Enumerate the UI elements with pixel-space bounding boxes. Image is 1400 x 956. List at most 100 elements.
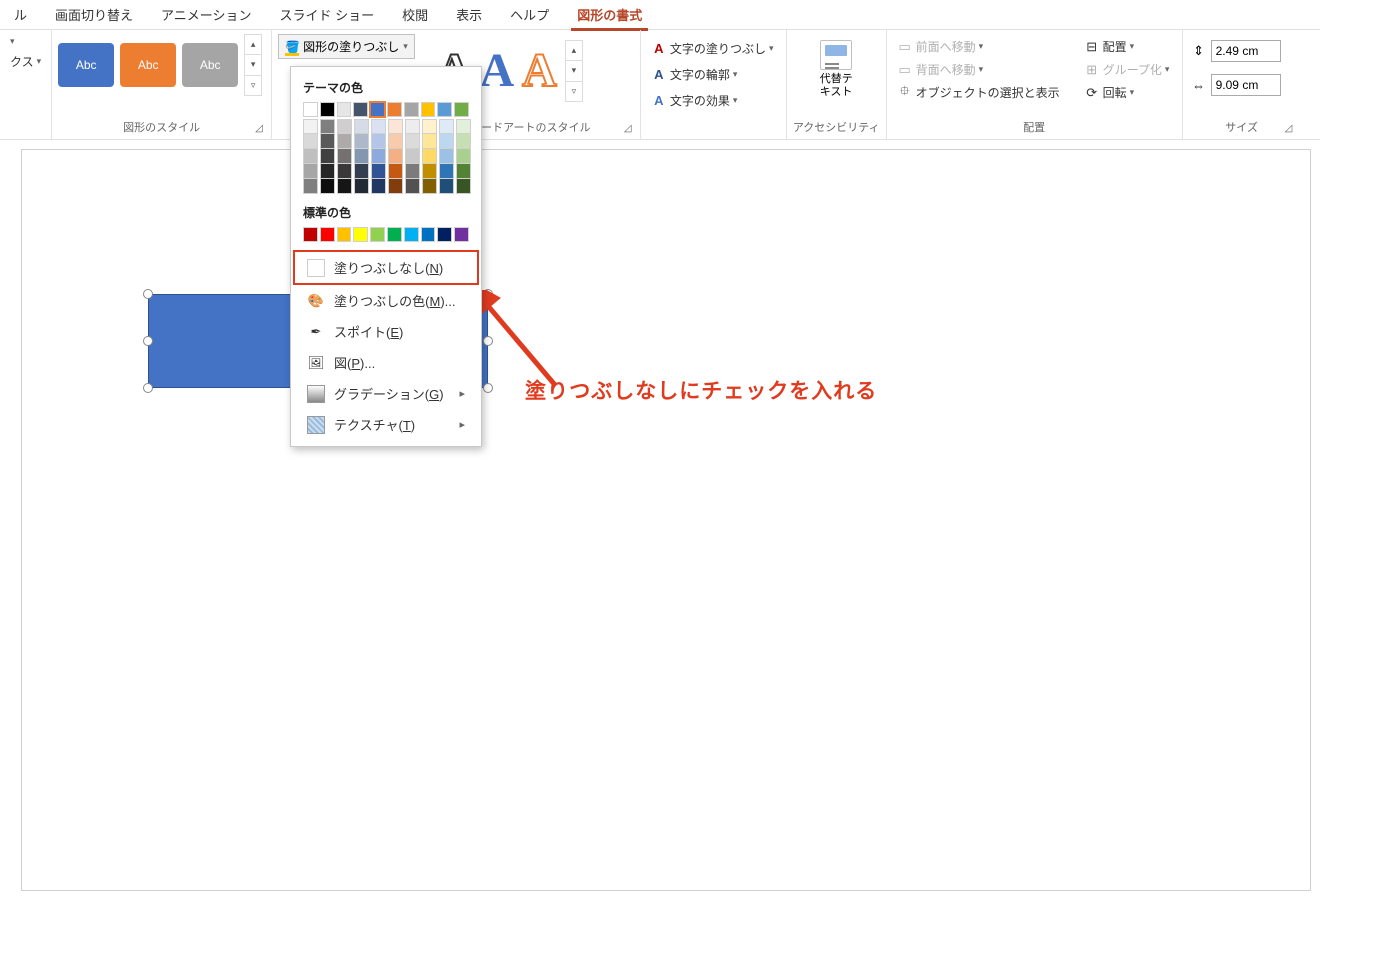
shape-fill-button[interactable]: 🪣 図形の塗りつぶし ▾ bbox=[278, 34, 415, 59]
color-swatch[interactable] bbox=[320, 227, 335, 242]
resize-handle[interactable] bbox=[483, 336, 493, 346]
texture-fill-menu-item[interactable]: テクスチャ(T) ▸ bbox=[303, 409, 469, 440]
text-outline-button[interactable]: A文字の輪郭 ▾ bbox=[647, 64, 742, 85]
color-swatch[interactable] bbox=[388, 179, 403, 194]
ribbon-tab[interactable]: アニメーション bbox=[147, 0, 265, 29]
color-swatch[interactable] bbox=[320, 134, 335, 149]
color-swatch[interactable] bbox=[354, 179, 369, 194]
color-swatch[interactable] bbox=[456, 134, 471, 149]
color-swatch[interactable] bbox=[337, 134, 352, 149]
color-swatch[interactable] bbox=[354, 164, 369, 179]
color-swatch[interactable] bbox=[337, 102, 352, 117]
color-swatch[interactable] bbox=[404, 102, 419, 117]
color-swatch[interactable] bbox=[354, 119, 369, 134]
color-swatch[interactable] bbox=[337, 149, 352, 164]
color-swatch[interactable] bbox=[320, 179, 335, 194]
resize-handle[interactable] bbox=[143, 383, 153, 393]
color-swatch[interactable] bbox=[387, 227, 402, 242]
resize-handle[interactable] bbox=[483, 289, 493, 299]
ribbon-tab[interactable]: ル bbox=[0, 0, 41, 29]
color-swatch[interactable] bbox=[371, 164, 386, 179]
width-input[interactable] bbox=[1211, 74, 1281, 96]
insert-shape-btn[interactable]: ▾ bbox=[6, 34, 45, 49]
color-swatch[interactable] bbox=[354, 134, 369, 149]
color-swatch[interactable] bbox=[337, 179, 352, 194]
gradient-fill-menu-item[interactable]: グラデーション(G) ▸ bbox=[303, 378, 469, 409]
color-swatch[interactable] bbox=[422, 179, 437, 194]
resize-handle[interactable] bbox=[143, 336, 153, 346]
shape-style-thumb[interactable]: Abc bbox=[58, 43, 114, 87]
color-swatch[interactable] bbox=[303, 119, 318, 134]
wordart-style-thumb[interactable]: A bbox=[522, 47, 557, 95]
color-swatch[interactable] bbox=[405, 119, 420, 134]
color-swatch[interactable] bbox=[456, 179, 471, 194]
color-swatch[interactable] bbox=[456, 119, 471, 134]
color-swatch[interactable] bbox=[456, 164, 471, 179]
color-swatch[interactable] bbox=[320, 164, 335, 179]
color-swatch[interactable] bbox=[371, 119, 386, 134]
color-swatch[interactable] bbox=[337, 119, 352, 134]
color-swatch[interactable] bbox=[405, 164, 420, 179]
no-fill-menu-item[interactable]: 塗りつぶしなし(N) bbox=[293, 250, 479, 285]
color-swatch[interactable] bbox=[422, 149, 437, 164]
color-swatch[interactable] bbox=[337, 227, 352, 242]
color-swatch[interactable] bbox=[370, 102, 385, 117]
height-input[interactable] bbox=[1211, 40, 1281, 62]
color-swatch[interactable] bbox=[422, 119, 437, 134]
resize-handle[interactable] bbox=[483, 383, 493, 393]
color-swatch[interactable] bbox=[456, 149, 471, 164]
eyedropper-menu-item[interactable]: ✒ スポイト(E) bbox=[303, 316, 469, 347]
shape-style-gallery[interactable]: Abc Abc Abc ▴▾▿ bbox=[58, 34, 262, 96]
send-backward-button[interactable]: ▭背面へ移動 ▾ bbox=[893, 59, 1064, 80]
color-swatch[interactable] bbox=[320, 119, 335, 134]
gallery-spinner[interactable]: ▴▾▿ bbox=[565, 40, 583, 102]
ribbon-tab[interactable]: 校閲 bbox=[388, 0, 442, 29]
color-swatch[interactable] bbox=[353, 102, 368, 117]
color-swatch[interactable] bbox=[439, 179, 454, 194]
ribbon-tab[interactable]: 図形の書式 bbox=[563, 0, 656, 29]
align-button[interactable]: ⊟配置 ▾ bbox=[1080, 36, 1174, 57]
wordart-dialog-launcher[interactable]: ◿ bbox=[624, 123, 636, 135]
shape-style-thumb[interactable]: Abc bbox=[120, 43, 176, 87]
color-swatch[interactable] bbox=[387, 102, 402, 117]
color-swatch[interactable] bbox=[388, 134, 403, 149]
color-swatch[interactable] bbox=[303, 227, 318, 242]
ribbon-tab[interactable]: スライド ショー bbox=[266, 0, 389, 29]
size-dialog-launcher[interactable]: ◿ bbox=[1285, 123, 1297, 135]
color-swatch[interactable] bbox=[353, 227, 368, 242]
color-swatch[interactable] bbox=[371, 179, 386, 194]
slide-canvas[interactable] bbox=[22, 150, 1310, 890]
color-swatch[interactable] bbox=[437, 227, 452, 242]
color-swatch[interactable] bbox=[371, 149, 386, 164]
color-swatch[interactable] bbox=[422, 134, 437, 149]
more-colors-menu-item[interactable]: 🎨 塗りつぶしの色(M)... bbox=[303, 285, 469, 316]
wordart-style-thumb[interactable]: A bbox=[480, 47, 515, 95]
alt-text-button[interactable]: 代替テキスト bbox=[810, 34, 862, 98]
color-swatch[interactable] bbox=[303, 149, 318, 164]
color-swatch[interactable] bbox=[354, 149, 369, 164]
color-swatch[interactable] bbox=[404, 227, 419, 242]
rotate-button[interactable]: ⟳回転 ▾ bbox=[1080, 82, 1174, 103]
color-swatch[interactable] bbox=[303, 179, 318, 194]
ribbon-tab[interactable]: ヘルプ bbox=[496, 0, 563, 29]
text-fill-button[interactable]: A文字の塗りつぶし ▾ bbox=[647, 38, 778, 59]
color-swatch[interactable] bbox=[422, 164, 437, 179]
picture-fill-menu-item[interactable]: 🖼 図(P)... bbox=[303, 347, 469, 378]
color-swatch[interactable] bbox=[320, 102, 335, 117]
color-swatch[interactable] bbox=[303, 102, 318, 117]
color-swatch[interactable] bbox=[421, 102, 436, 117]
color-swatch[interactable] bbox=[405, 179, 420, 194]
gallery-spinner[interactable]: ▴▾▿ bbox=[244, 34, 262, 96]
color-swatch[interactable] bbox=[337, 164, 352, 179]
color-swatch[interactable] bbox=[439, 164, 454, 179]
text-effects-button[interactable]: A文字の効果 ▾ bbox=[647, 90, 742, 111]
color-swatch[interactable] bbox=[303, 164, 318, 179]
color-swatch[interactable] bbox=[454, 227, 469, 242]
bring-forward-button[interactable]: ▭前面へ移動 ▾ bbox=[893, 36, 1064, 57]
color-swatch[interactable] bbox=[439, 119, 454, 134]
styles-dialog-launcher[interactable]: ◿ bbox=[255, 123, 267, 135]
group-button[interactable]: ⊞グループ化 ▾ bbox=[1080, 59, 1174, 80]
color-swatch[interactable] bbox=[371, 134, 386, 149]
color-swatch[interactable] bbox=[388, 164, 403, 179]
color-swatch[interactable] bbox=[405, 134, 420, 149]
